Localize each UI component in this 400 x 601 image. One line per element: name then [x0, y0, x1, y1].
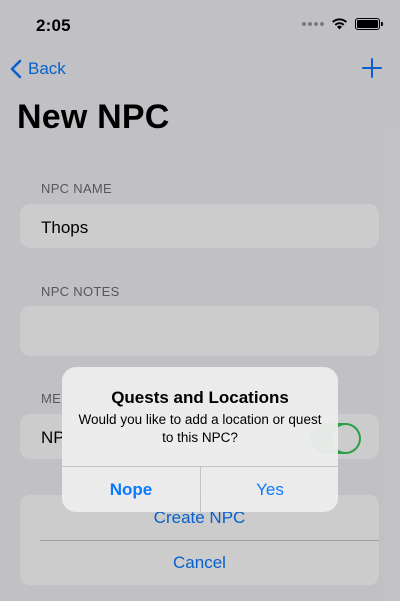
- alert-message: Would you like to add a location or ques…: [78, 412, 322, 445]
- yes-button[interactable]: Yes: [201, 467, 338, 512]
- alert-title: Quests and Locations: [111, 388, 289, 407]
- nope-button[interactable]: Nope: [62, 467, 200, 512]
- alert-dialog: Quests and Locations Would you like to a…: [62, 367, 338, 512]
